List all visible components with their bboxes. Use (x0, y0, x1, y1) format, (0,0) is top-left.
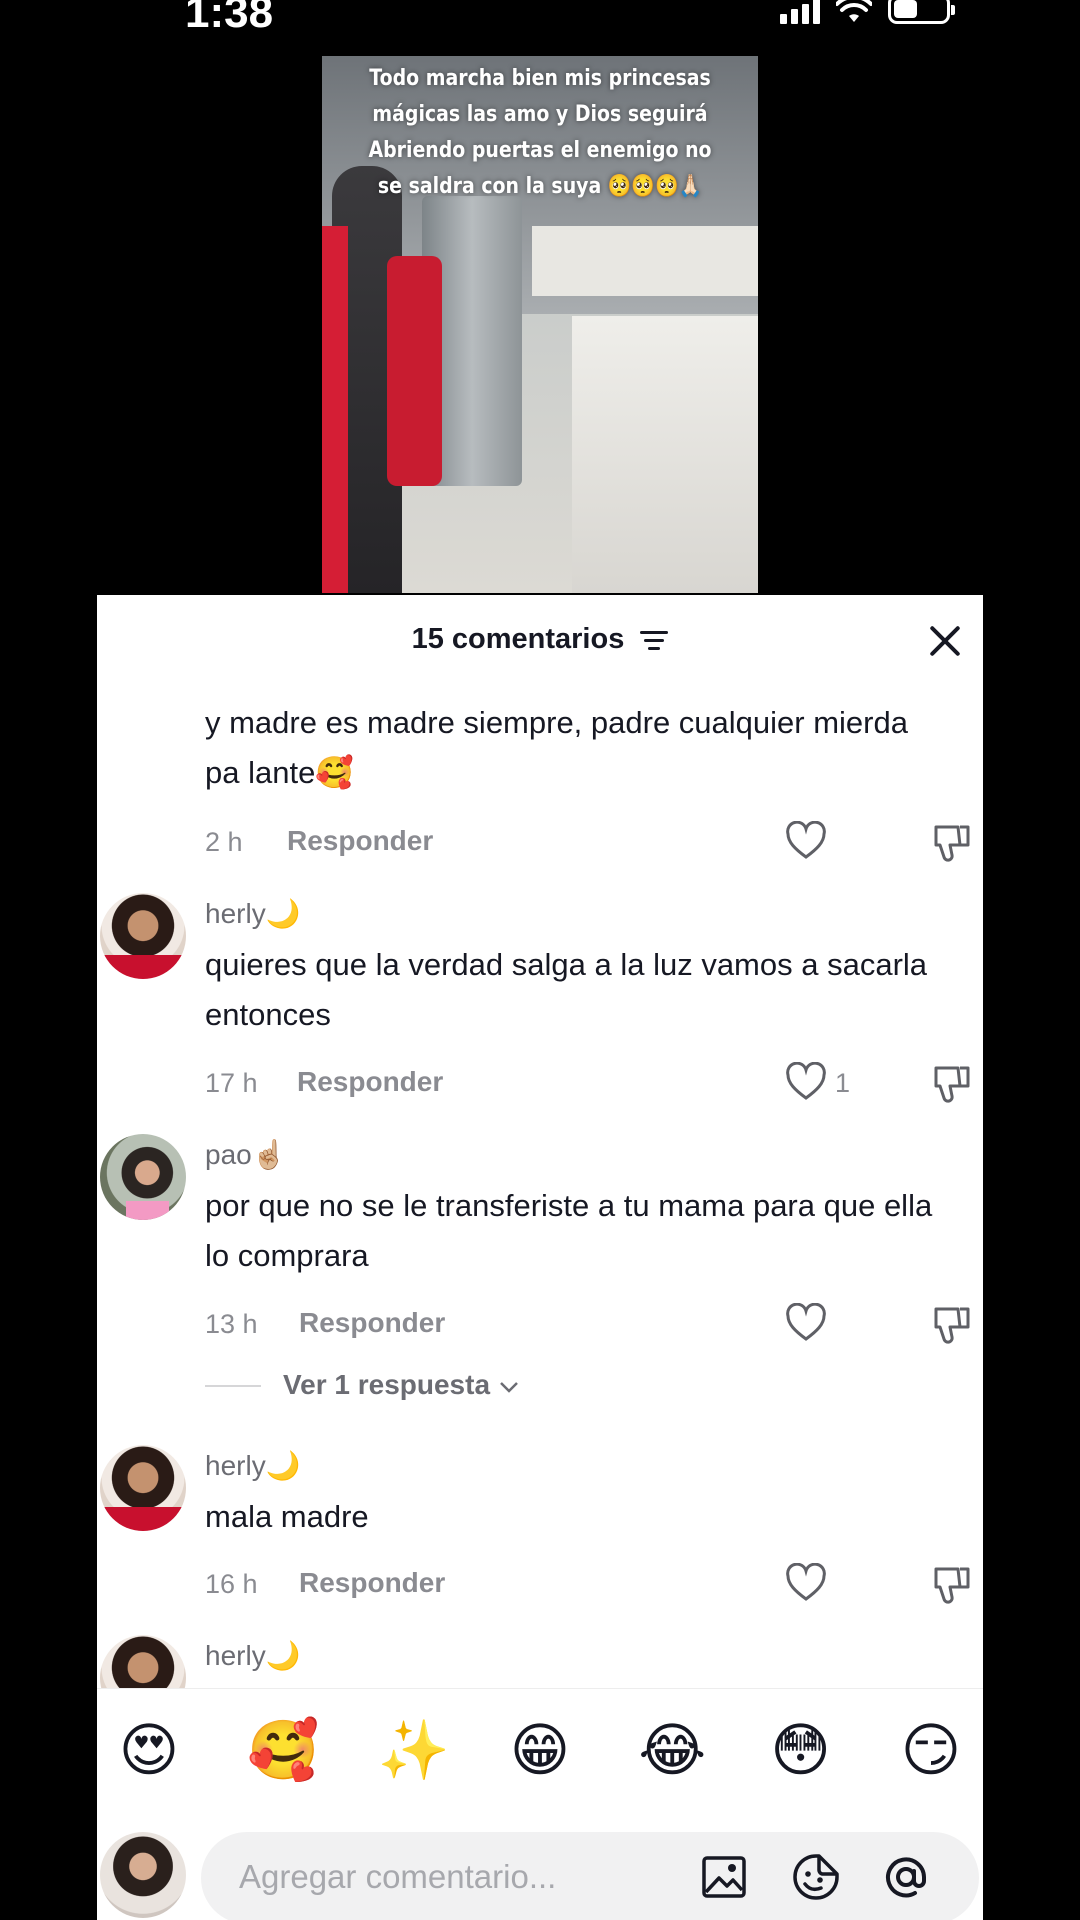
comment-input-row: Agregar comentario... (97, 1810, 983, 1920)
dislike-icon[interactable] (930, 1303, 972, 1345)
avatar[interactable] (100, 1445, 186, 1531)
emoji-smiling-hearts[interactable]: 🥰 (247, 1718, 319, 1782)
reply-button[interactable]: Responder (299, 1307, 445, 1339)
heart-icon[interactable] (785, 821, 827, 861)
image-icon[interactable] (699, 1852, 749, 1902)
dislike-icon[interactable] (930, 1062, 972, 1104)
comments-sheet: 15 comentarios y madre es madre siempre,… (97, 595, 983, 1920)
comment-username[interactable]: herly🌙 (205, 1449, 301, 1482)
like-count: 1 (835, 1068, 851, 1098)
reply-button[interactable]: Responder (299, 1567, 445, 1599)
emoji-sparkles[interactable]: ✨ (378, 1718, 450, 1782)
video-caption: Todo marcha bien mis princesas mágicas l… (368, 66, 712, 199)
comment-text: mala madre (205, 1499, 369, 1534)
comment-username[interactable]: herly🌙 (205, 1639, 301, 1672)
comments-header: 15 comentarios (97, 623, 983, 656)
comment-username[interactable]: herly🌙 (205, 897, 301, 930)
replies-divider (205, 1385, 261, 1387)
my-avatar (100, 1832, 186, 1918)
quick-emoji-bar: 😍 🥰 ✨ 😁 😂 😳 😏 (97, 1688, 983, 1810)
wifi-icon (836, 0, 872, 22)
heart-icon[interactable] (785, 1062, 827, 1102)
comment-input-placeholder: Agregar comentario... (239, 1858, 557, 1895)
reply-button[interactable]: Responder (287, 825, 433, 857)
video-preview[interactable]: Todo marcha bien mis princesas mágicas l… (322, 56, 758, 593)
avatar[interactable] (100, 893, 186, 979)
avatar[interactable] (100, 1134, 186, 1220)
chevron-down-icon (499, 1381, 518, 1393)
view-replies-button[interactable]: Ver 1 respuesta (283, 1369, 520, 1401)
comment-time: 17 h (205, 1068, 258, 1098)
battery-icon (888, 0, 955, 24)
comment-text: por que no se le transferiste a tu mama … (205, 1188, 933, 1273)
emoji-heart-eyes[interactable]: 😍 (117, 1718, 181, 1782)
comment-input[interactable]: Agregar comentario... (201, 1832, 979, 1920)
comment-time: 16 h (205, 1569, 258, 1599)
comment-time: 13 h (205, 1309, 258, 1339)
comment-text: quieres que la verdad salga a la luz vam… (205, 947, 928, 1032)
heart-icon[interactable] (785, 1563, 827, 1603)
filter-icon[interactable] (640, 629, 669, 651)
close-icon[interactable] (927, 623, 963, 659)
emoji-smirk[interactable]: 😏 (899, 1718, 963, 1782)
mention-icon[interactable] (881, 1852, 931, 1902)
signal-icon (780, 0, 820, 24)
status-icons (780, 0, 955, 24)
status-time: 1:38 (185, 0, 274, 37)
emoji-joy[interactable]: 😂 (638, 1718, 706, 1782)
comment-username[interactable]: pao☝🏼 (205, 1138, 287, 1171)
comment-text: y madre es madre siempre, padre cualquie… (205, 705, 908, 790)
dislike-icon[interactable] (930, 821, 972, 863)
dislike-icon[interactable] (930, 1563, 972, 1605)
emoji-grin[interactable]: 😁 (508, 1718, 572, 1782)
reply-button[interactable]: Responder (297, 1066, 443, 1098)
comments-count: 15 comentarios (411, 623, 625, 655)
heart-icon[interactable] (785, 1303, 827, 1343)
sticker-icon[interactable] (791, 1852, 841, 1902)
comment-time: 2 h (205, 827, 243, 857)
emoji-flushed[interactable]: 😳 (769, 1718, 833, 1782)
view-replies-label: Ver 1 respuesta (283, 1369, 491, 1400)
